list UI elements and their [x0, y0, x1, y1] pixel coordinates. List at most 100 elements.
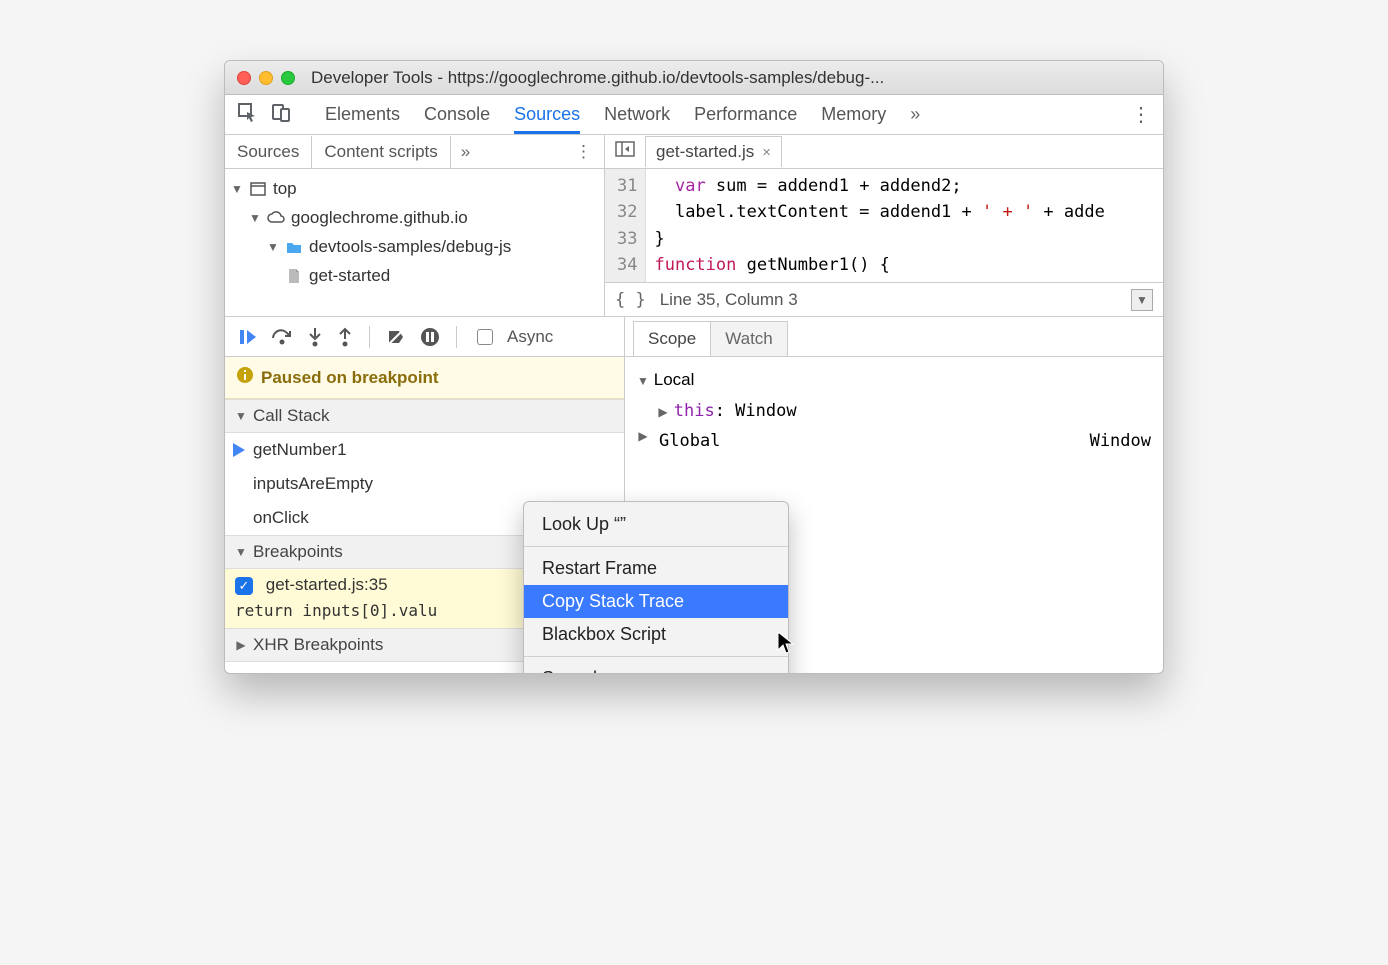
- scope-local-row[interactable]: Local: [637, 365, 1151, 396]
- frame-icon: [249, 180, 267, 198]
- chevron-down-icon: [231, 179, 243, 199]
- tree-top[interactable]: top: [231, 175, 598, 204]
- folder-icon: [285, 238, 303, 256]
- chevron-down-icon: [249, 208, 261, 228]
- navtab-more-icon[interactable]: »: [451, 142, 480, 162]
- menu-blackbox-script[interactable]: Blackbox Script: [524, 618, 788, 651]
- debugger-controls: Async: [225, 317, 624, 357]
- scope-local-label: Local: [654, 370, 695, 389]
- chevron-right-icon: [235, 638, 247, 652]
- step-out-icon[interactable]: [337, 327, 353, 347]
- breakpoints-title: Breakpoints: [253, 542, 343, 562]
- breakpoint-checkbox[interactable]: ✓: [235, 577, 253, 595]
- tab-elements[interactable]: Elements: [325, 96, 400, 133]
- body-panes: Sources Content scripts » ⋮ top: [225, 135, 1163, 317]
- file-icon: [285, 267, 303, 285]
- stack-frame-label: onClick: [253, 508, 309, 528]
- file-tree: top googlechrome.github.io devtools-samp…: [225, 169, 604, 316]
- line-gutter: 31323334: [605, 169, 646, 282]
- scope-this-value: Window: [735, 401, 796, 421]
- step-over-icon[interactable]: [271, 328, 293, 346]
- tree-file[interactable]: get-started: [231, 262, 598, 291]
- tab-network[interactable]: Network: [604, 96, 670, 133]
- close-window-button[interactable]: [237, 71, 251, 85]
- pause-banner-text: Paused on breakpoint: [261, 368, 439, 388]
- async-checkbox[interactable]: [477, 329, 493, 345]
- inspect-element-icon[interactable]: [237, 102, 257, 127]
- cursor-position: Line 35, Column 3: [660, 290, 798, 310]
- step-into-icon[interactable]: [307, 327, 323, 347]
- close-tab-icon[interactable]: ×: [762, 144, 771, 161]
- scope-this-row[interactable]: this: Window: [637, 396, 1151, 427]
- async-label: Async: [507, 327, 553, 347]
- scope-global-label: Global: [659, 426, 720, 457]
- resume-icon[interactable]: [237, 327, 257, 347]
- chevron-down-icon: [235, 545, 247, 559]
- menu-speech[interactable]: Speech ▶: [524, 662, 788, 674]
- tab-sources[interactable]: Sources: [514, 96, 580, 134]
- tree-folder-label: devtools-samples/debug-js: [309, 233, 511, 262]
- stack-frame-inputsAreEmpty[interactable]: inputsAreEmpty: [225, 467, 624, 501]
- breakpoint-label: get-started.js:35: [266, 575, 388, 594]
- maximize-window-button[interactable]: [281, 71, 295, 85]
- tab-performance[interactable]: Performance: [694, 96, 797, 133]
- tab-memory[interactable]: Memory: [821, 96, 886, 133]
- pretty-print-icon[interactable]: { }: [615, 290, 646, 310]
- editor-tabs: get-started.js ×: [605, 135, 1163, 169]
- pause-banner: Paused on breakpoint: [225, 357, 624, 399]
- chevron-down-icon: [235, 409, 247, 423]
- navtab-sources[interactable]: Sources: [225, 136, 312, 168]
- traffic-lights: [237, 71, 295, 85]
- chevron-right-icon: [637, 426, 649, 457]
- info-icon: [237, 367, 253, 388]
- editor-menu-icon[interactable]: ▼: [1131, 289, 1153, 311]
- menu-copy-stack-trace[interactable]: Copy Stack Trace: [524, 585, 788, 618]
- chevron-right-icon: [657, 402, 669, 424]
- menu-separator: [524, 546, 788, 547]
- device-toolbar-icon[interactable]: [271, 102, 291, 127]
- menu-separator: [524, 656, 788, 657]
- window-title: Developer Tools - https://googlechrome.g…: [311, 68, 1151, 88]
- submenu-arrow-icon: ▶: [760, 671, 770, 675]
- code-editor[interactable]: 31323334 var sum = addend1 + addend2; la…: [605, 169, 1163, 282]
- stack-frame-getNumber1[interactable]: getNumber1: [225, 433, 624, 467]
- scope-global-row[interactable]: Global Window: [637, 426, 1151, 457]
- callstack-title: Call Stack: [253, 406, 330, 426]
- menu-lookup[interactable]: Look Up “”: [524, 508, 788, 541]
- tree-file-label: get-started: [309, 262, 390, 291]
- chevron-down-icon: [267, 237, 279, 257]
- context-menu: Look Up “” Restart Frame Copy Stack Trac…: [523, 501, 789, 674]
- menu-restart-frame[interactable]: Restart Frame: [524, 552, 788, 585]
- toggle-navigator-icon[interactable]: [605, 141, 645, 162]
- stack-frame-label: inputsAreEmpty: [253, 474, 373, 494]
- tree-domain[interactable]: googlechrome.github.io: [231, 204, 598, 233]
- navigator-pane: Sources Content scripts » ⋮ top: [225, 135, 605, 316]
- pause-on-exceptions-icon[interactable]: [420, 327, 440, 347]
- editor-status-bar: { } Line 35, Column 3 ▼: [605, 282, 1163, 316]
- file-tab-get-started[interactable]: get-started.js ×: [645, 136, 782, 167]
- tree-folder[interactable]: devtools-samples/debug-js: [231, 233, 598, 262]
- tree-top-label: top: [273, 175, 297, 204]
- main-tabbar: Elements Console Sources Network Perform…: [225, 95, 1163, 135]
- devtools-window: Developer Tools - https://googlechrome.g…: [224, 60, 1164, 674]
- chevron-down-icon: [637, 371, 649, 393]
- scope-global-value: Window: [1090, 426, 1151, 457]
- code-lines: var sum = addend1 + addend2; label.textC…: [646, 169, 1112, 282]
- more-tabs-icon[interactable]: »: [910, 104, 920, 125]
- callstack-header[interactable]: Call Stack: [225, 399, 624, 433]
- navtab-content-scripts[interactable]: Content scripts: [312, 136, 450, 168]
- stack-frame-label: getNumber1: [253, 440, 347, 460]
- tree-domain-label: googlechrome.github.io: [291, 204, 468, 233]
- window-titlebar: Developer Tools - https://googlechrome.g…: [225, 61, 1163, 95]
- minimize-window-button[interactable]: [259, 71, 273, 85]
- settings-kebab-icon[interactable]: ⋮: [1131, 102, 1151, 127]
- deactivate-breakpoints-icon[interactable]: [386, 327, 406, 347]
- scope-this-key: this: [674, 401, 715, 421]
- navtab-kebab-icon[interactable]: ⋮: [563, 142, 604, 162]
- tab-watch[interactable]: Watch: [710, 321, 788, 356]
- scope-watch-tabs: Scope Watch: [625, 317, 1163, 357]
- tab-console[interactable]: Console: [424, 96, 490, 133]
- navigator-tabs: Sources Content scripts » ⋮: [225, 135, 604, 169]
- tab-scope[interactable]: Scope: [633, 321, 711, 356]
- xhr-breakpoints-title: XHR Breakpoints: [253, 635, 383, 655]
